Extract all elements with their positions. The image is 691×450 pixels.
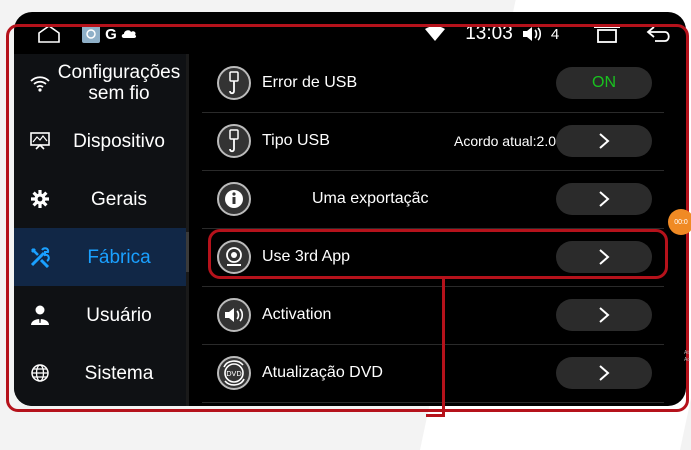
annotation-outer-frame xyxy=(6,24,689,412)
floating-timer-button[interactable]: 00:0 xyxy=(668,209,691,235)
watermark-line: At xyxy=(684,350,689,356)
watermark: At Ac xyxy=(684,350,690,364)
annotation-connector-line xyxy=(426,414,445,417)
watermark-line: Ac xyxy=(684,357,690,363)
annotation-connector-line xyxy=(442,279,445,416)
annotation-highlight-use-3rd-app xyxy=(208,229,668,279)
